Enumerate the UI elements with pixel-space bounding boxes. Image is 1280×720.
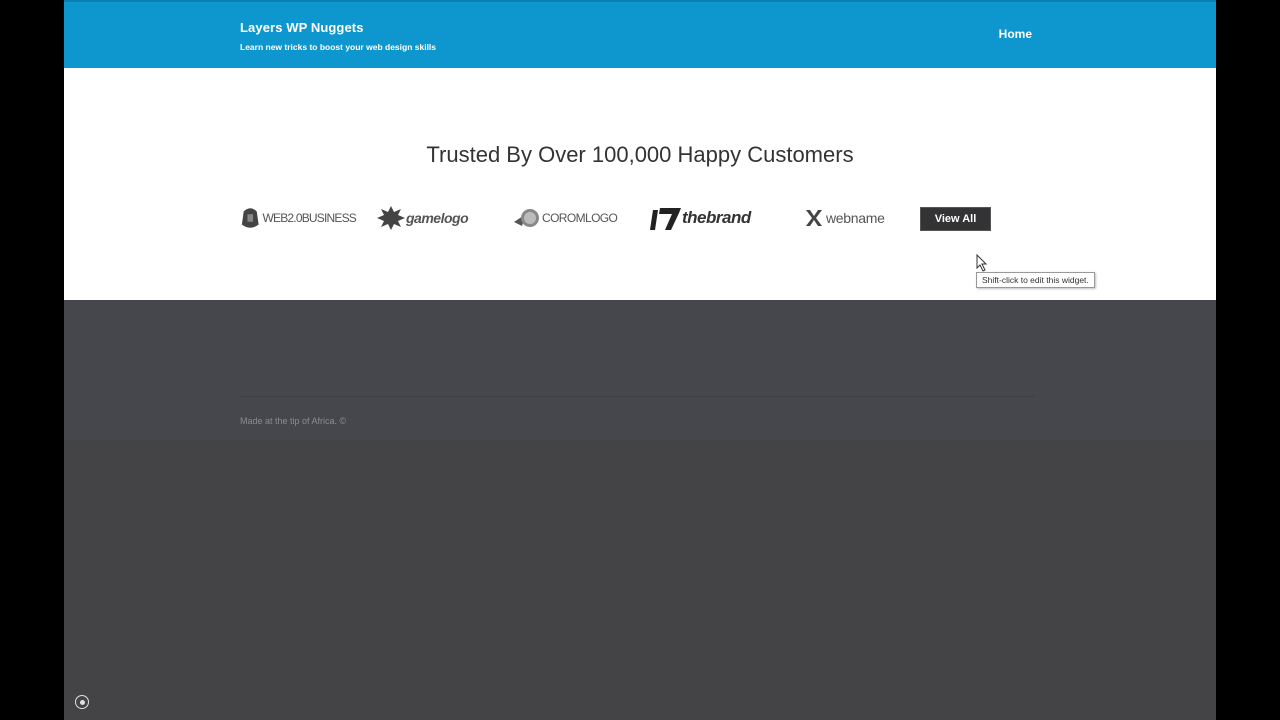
site-tagline: Learn new tricks to boost your web desig… [240, 42, 437, 52]
client-logos: WEB2.0BUSINESS gamelogo COROMLOGO thebra… [240, 200, 932, 236]
thebrand-logo: thebrand [650, 200, 778, 236]
blob-icon [241, 208, 259, 228]
clients-widget[interactable]: Trusted By Over 100,000 Happy Customers … [64, 68, 1216, 300]
footer-divider [240, 396, 1034, 397]
mouse-pointer-icon [976, 254, 988, 272]
webname-logo: webname [804, 200, 912, 236]
view-all-button[interactable]: View All [920, 207, 991, 231]
site-header: Layers WP Nuggets Learn new tricks to bo… [64, 0, 1216, 68]
i7-icon [650, 208, 681, 230]
nav-item-home[interactable]: Home [999, 27, 1032, 41]
orb-icon [514, 209, 539, 227]
cross-icon [806, 210, 822, 226]
coromlogo-logo: COROMLOGO [512, 200, 630, 236]
widget-heading: Trusted By Over 100,000 Happy Customers [426, 142, 854, 167]
site-title[interactable]: Layers WP Nuggets [240, 20, 364, 35]
web20business-logo: WEB2.0BUSINESS [240, 200, 357, 236]
edit-widget-tooltip: Shift-click to edit this widget. [976, 272, 1095, 288]
page: Layers WP Nuggets Learn new tricks to bo… [64, 0, 1216, 720]
gamelogo-logo: gamelogo [376, 200, 492, 236]
splash-icon [377, 206, 405, 230]
site-footer: Made at the tip of Africa. © [64, 300, 1216, 440]
customize-icon[interactable] [75, 695, 89, 709]
footer-copyright: Made at the tip of Africa. © [240, 416, 347, 426]
